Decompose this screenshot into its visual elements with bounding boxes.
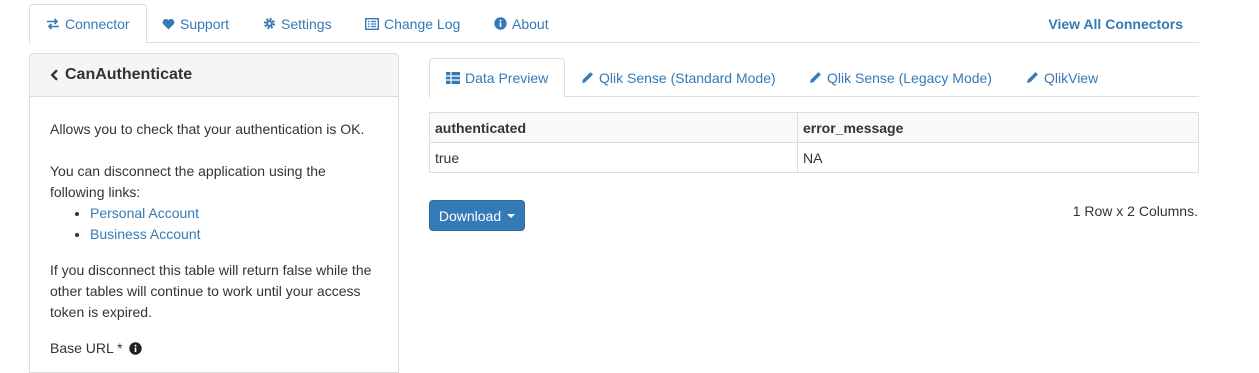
table-row: true NA: [429, 142, 1199, 173]
preview-tabs: Data Preview Qlik Sense (Standard Mode) …: [429, 58, 1199, 98]
table-header-row: authenticated error_message: [429, 112, 1199, 143]
base-url-label: Base URL *: [50, 340, 123, 356]
tab-support[interactable]: Support: [162, 4, 229, 43]
warning-text: If you disconnect this table will return…: [50, 262, 372, 320]
tab-change-log[interactable]: Change Log: [365, 4, 460, 43]
disconnect-links: Personal Account Business Account: [50, 203, 378, 245]
table-cell: NA: [797, 142, 1199, 173]
gear-icon: [263, 17, 276, 30]
tab-qlik-sense-standard-label: Qlik Sense (Standard Mode): [599, 69, 776, 86]
list-item: Business Account: [90, 224, 378, 245]
tab-data-preview[interactable]: Data Preview: [429, 58, 566, 98]
exchange-icon: [46, 18, 60, 30]
pencil-icon: [1026, 71, 1039, 84]
info-circle-icon: [494, 17, 507, 30]
panel-title: CanAuthenticate: [65, 66, 193, 83]
tab-support-label: Support: [180, 15, 230, 32]
tab-settings[interactable]: Settings: [263, 4, 332, 43]
heart-icon: [162, 18, 175, 30]
view-all-connectors-link[interactable]: View All Connectors: [1048, 4, 1183, 43]
column-header-error-message: error_message: [797, 112, 1199, 143]
chevron-left-icon[interactable]: [50, 69, 59, 81]
tab-qlikview[interactable]: QlikView: [1026, 58, 1098, 97]
tab-qlik-sense-legacy-label: Qlik Sense (Legacy Mode): [827, 69, 992, 86]
pencil-icon: [581, 71, 594, 84]
tab-connector[interactable]: Connector: [29, 4, 147, 44]
personal-account-link[interactable]: Personal Account: [90, 205, 199, 221]
pencil-icon: [809, 71, 822, 84]
endpoint-panel: CanAuthenticate Allows you to check that…: [29, 53, 399, 373]
top-nav: Connector Support Settings Change Log Ab…: [29, 4, 1199, 44]
list-item: Personal Account: [90, 203, 378, 224]
tab-connector-label: Connector: [65, 16, 130, 32]
table-cell: true: [429, 142, 798, 173]
column-header-authenticated: authenticated: [429, 112, 798, 143]
tab-change-log-label: Change Log: [384, 15, 461, 32]
tab-about-label: About: [512, 15, 549, 32]
tab-about[interactable]: About: [494, 4, 549, 43]
base-url-field-label: Base URL *: [50, 338, 378, 359]
panel-description: Allows you to check that your authentica…: [50, 121, 365, 137]
panel-header[interactable]: CanAuthenticate: [30, 54, 398, 97]
tab-settings-label: Settings: [281, 15, 332, 32]
row-count-summary: 1 Row x 2 Columns.: [1072, 203, 1198, 219]
business-account-link[interactable]: Business Account: [90, 226, 201, 242]
download-button[interactable]: Download: [429, 200, 525, 231]
tab-qlik-sense-standard[interactable]: Qlik Sense (Standard Mode): [581, 58, 776, 97]
tab-qlik-sense-legacy[interactable]: Qlik Sense (Legacy Mode): [809, 58, 992, 97]
download-label: Download: [438, 207, 502, 224]
disconnect-text: You can disconnect the application using…: [50, 163, 326, 200]
data-preview-table: authenticated error_message true NA: [429, 112, 1199, 173]
info-circle-icon[interactable]: [128, 342, 142, 355]
table-icon: [446, 72, 460, 84]
tab-qlikview-label: QlikView: [1044, 69, 1099, 86]
list-alt-icon: [365, 17, 379, 30]
caret-down-icon: [507, 213, 516, 218]
panel-body: Allows you to check that your authentica…: [30, 97, 398, 359]
tab-data-preview-label: Data Preview: [465, 70, 549, 86]
